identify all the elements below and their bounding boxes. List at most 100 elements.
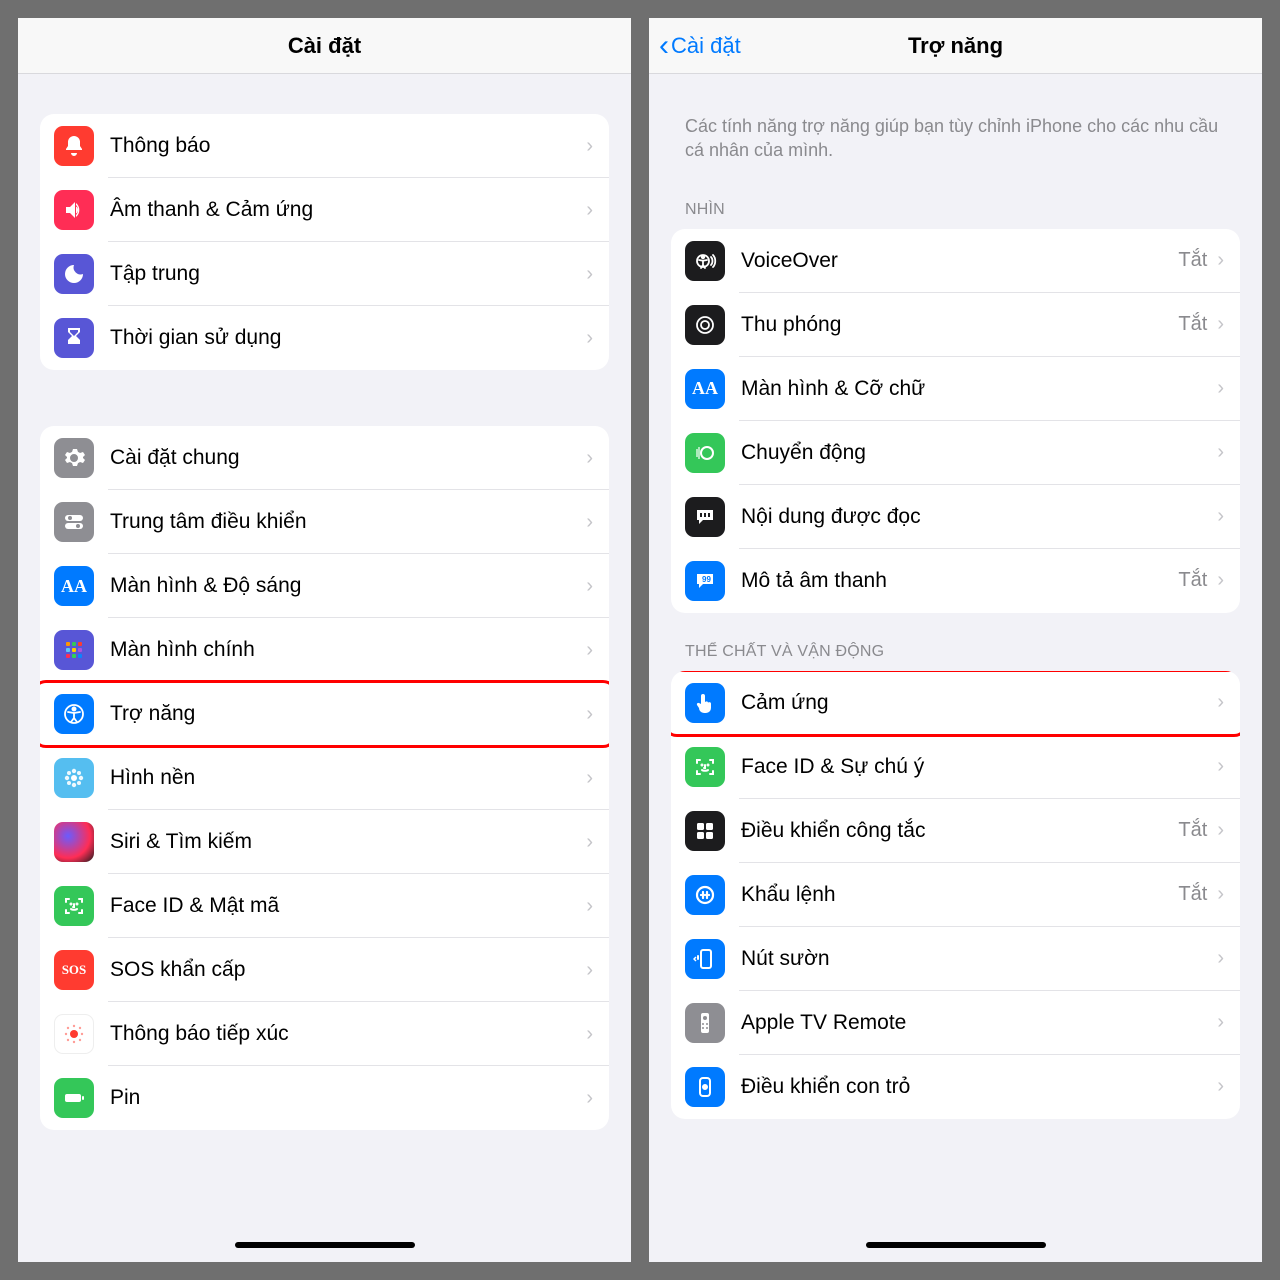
row-label: SOS khẩn cấp	[110, 958, 586, 982]
chevron-right-icon: ›	[586, 199, 593, 222]
row-sos[interactable]: SOS SOS khẩn cấp ›	[40, 938, 609, 1002]
row-control-center[interactable]: Trung tâm điều khiển ›	[40, 490, 609, 554]
row-spoken-content[interactable]: Nội dung được đọc ›	[671, 485, 1240, 549]
voiceover-icon	[685, 241, 725, 281]
row-faceid[interactable]: Face ID & Mật mã ›	[40, 874, 609, 938]
chevron-right-icon: ›	[1217, 377, 1224, 400]
row-display-text[interactable]: AA Màn hình & Cỡ chữ ›	[671, 357, 1240, 421]
row-switch-control[interactable]: Điều khiển công tắc Tắt ›	[671, 799, 1240, 863]
chevron-right-icon: ›	[586, 767, 593, 790]
row-status: Tắt	[1178, 313, 1207, 336]
row-label: Thông báo	[110, 134, 586, 158]
exposure-icon	[54, 1014, 94, 1054]
row-battery[interactable]: Pin ›	[40, 1066, 609, 1130]
chevron-right-icon: ›	[586, 639, 593, 662]
chevron-right-icon: ›	[586, 1023, 593, 1046]
row-label: Cài đặt chung	[110, 446, 586, 470]
row-tv-remote[interactable]: Apple TV Remote ›	[671, 991, 1240, 1055]
chevron-right-icon: ›	[1217, 505, 1224, 528]
section-header-physical: THỂ CHẤT VÀ VẬN ĐỘNG	[671, 613, 1240, 671]
row-accessibility[interactable]: Trợ năng ›	[40, 682, 609, 746]
row-exposure[interactable]: Thông báo tiếp xúc ›	[40, 1002, 609, 1066]
row-label: Pin	[110, 1086, 586, 1110]
svg-text:99: 99	[702, 575, 711, 584]
row-focus[interactable]: Tập trung ›	[40, 242, 609, 306]
row-notifications[interactable]: Thông báo ›	[40, 114, 609, 178]
page-title: Trợ năng	[908, 33, 1003, 59]
row-label: Face ID & Sự chú ý	[741, 755, 1217, 779]
chevron-right-icon: ›	[1217, 1075, 1224, 1098]
row-label: Face ID & Mật mã	[110, 894, 586, 918]
chevron-right-icon: ›	[1217, 819, 1224, 842]
back-button[interactable]: ‹ Cài đặt	[659, 31, 741, 61]
motion-icon	[685, 433, 725, 473]
chevron-right-icon: ›	[1217, 883, 1224, 906]
siri-icon	[54, 822, 94, 862]
settings-group-general: Cài đặt chung › Trung tâm điều khiển › A…	[40, 426, 609, 1130]
group-vision: VoiceOver Tắt › Thu phóng Tắt › AA Màn h…	[671, 229, 1240, 613]
row-wallpaper[interactable]: Hình nền ›	[40, 746, 609, 810]
row-home-screen[interactable]: Màn hình chính ›	[40, 618, 609, 682]
navbar: Cài đặt	[18, 18, 631, 74]
settings-screen: Cài đặt Thông báo › Âm thanh & Cảm ứng ›	[18, 18, 631, 1262]
chevron-left-icon: ‹	[659, 31, 669, 61]
row-label: Màn hình & Độ sáng	[110, 574, 586, 598]
row-label: Mô tả âm thanh	[741, 569, 1178, 593]
chevron-right-icon: ›	[1217, 1011, 1224, 1034]
row-siri[interactable]: Siri & Tìm kiếm ›	[40, 810, 609, 874]
row-screentime[interactable]: Thời gian sử dụng ›	[40, 306, 609, 370]
remote-icon	[685, 1003, 725, 1043]
highlight-touch: Cảm ứng ›	[671, 671, 1240, 735]
navbar: ‹ Cài đặt Trợ năng	[649, 18, 1262, 74]
moon-icon	[54, 254, 94, 294]
chevron-right-icon: ›	[586, 263, 593, 286]
home-indicator[interactable]	[235, 1242, 415, 1248]
row-status: Tắt	[1178, 819, 1207, 842]
chevron-right-icon: ›	[586, 959, 593, 982]
row-label: Thông báo tiếp xúc	[110, 1022, 586, 1046]
row-label: Điều khiển công tắc	[741, 819, 1178, 843]
row-label: Apple TV Remote	[741, 1011, 1217, 1035]
flower-icon	[54, 758, 94, 798]
hourglass-icon	[54, 318, 94, 358]
chevron-right-icon: ›	[1217, 691, 1224, 714]
chevron-right-icon: ›	[586, 703, 593, 726]
chevron-right-icon: ›	[1217, 313, 1224, 336]
page-description: Các tính năng trợ năng giúp bạn tùy chỉn…	[671, 74, 1240, 171]
row-display[interactable]: AA Màn hình & Độ sáng ›	[40, 554, 609, 618]
side-button-icon	[685, 939, 725, 979]
row-faceid-attention[interactable]: Face ID & Sự chú ý ›	[671, 735, 1240, 799]
row-label: Nút sườn	[741, 947, 1217, 971]
text-size-icon: AA	[685, 369, 725, 409]
row-zoom[interactable]: Thu phóng Tắt ›	[671, 293, 1240, 357]
home-indicator[interactable]	[866, 1242, 1046, 1248]
sos-icon: SOS	[54, 950, 94, 990]
row-touch[interactable]: Cảm ứng ›	[671, 671, 1240, 735]
accessibility-content: Các tính năng trợ năng giúp bạn tùy chỉn…	[649, 74, 1262, 1262]
speech-bubble-icon	[685, 497, 725, 537]
row-voice-control[interactable]: Khẩu lệnh Tắt ›	[671, 863, 1240, 927]
row-motion[interactable]: Chuyển động ›	[671, 421, 1240, 485]
row-label: Hình nền	[110, 766, 586, 790]
chevron-right-icon: ›	[1217, 249, 1224, 272]
row-pointer[interactable]: Điều khiển con trỏ ›	[671, 1055, 1240, 1119]
row-label: Khẩu lệnh	[741, 883, 1178, 907]
speaker-icon	[54, 190, 94, 230]
chevron-right-icon: ›	[586, 511, 593, 534]
row-general[interactable]: Cài đặt chung ›	[40, 426, 609, 490]
row-label: Màn hình chính	[110, 638, 586, 662]
section-header-vision: NHÌN	[671, 171, 1240, 229]
pointer-icon	[685, 1067, 725, 1107]
row-label: Thời gian sử dụng	[110, 326, 586, 350]
row-voiceover[interactable]: VoiceOver Tắt ›	[671, 229, 1240, 293]
highlight-accessibility: Trợ năng ›	[40, 682, 609, 746]
row-side-button[interactable]: Nút sườn ›	[671, 927, 1240, 991]
row-label: Thu phóng	[741, 313, 1178, 337]
switch-control-icon	[685, 811, 725, 851]
toggles-icon	[54, 502, 94, 542]
chevron-right-icon: ›	[1217, 947, 1224, 970]
row-audio-desc[interactable]: 99 Mô tả âm thanh Tắt ›	[671, 549, 1240, 613]
row-sounds[interactable]: Âm thanh & Cảm ứng ›	[40, 178, 609, 242]
row-label: Màn hình & Cỡ chữ	[741, 377, 1217, 401]
touch-icon	[685, 683, 725, 723]
